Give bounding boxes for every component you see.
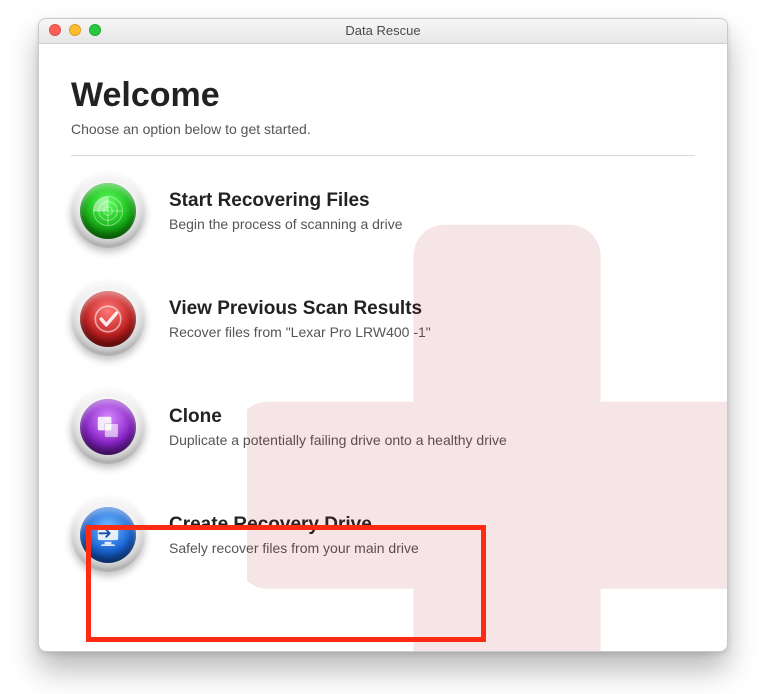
option-orb <box>71 498 145 572</box>
page-title: Welcome <box>71 76 695 115</box>
divider <box>71 155 695 156</box>
traffic-lights <box>49 24 101 36</box>
option-subtitle: Duplicate a potentially failing drive on… <box>169 432 507 448</box>
close-icon[interactable] <box>49 24 61 36</box>
option-title: View Previous Scan Results <box>169 298 431 320</box>
option-orb <box>71 390 145 464</box>
option-create-recovery-drive[interactable]: Create Recovery Drive Safely recover fil… <box>71 498 695 572</box>
page-subtitle: Choose an option below to get started. <box>71 121 695 137</box>
monitor-arrow-icon <box>91 518 125 552</box>
checkmark-icon <box>91 302 125 336</box>
option-list: Start Recovering Files Begin the process… <box>71 174 695 572</box>
option-subtitle: Safely recover files from your main driv… <box>169 540 419 556</box>
option-clone[interactable]: Clone Duplicate a potentially failing dr… <box>71 390 695 464</box>
radar-icon <box>91 194 125 228</box>
option-subtitle: Recover files from "Lexar Pro LRW400 -1" <box>169 324 431 340</box>
option-start-recovering[interactable]: Start Recovering Files Begin the process… <box>71 174 695 248</box>
option-title: Clone <box>169 406 507 428</box>
option-title: Start Recovering Files <box>169 190 402 212</box>
zoom-icon[interactable] <box>89 24 101 36</box>
option-view-previous[interactable]: View Previous Scan Results Recover files… <box>71 282 695 356</box>
clone-icon <box>91 410 125 444</box>
window-title: Data Rescue <box>345 23 420 38</box>
app-window: Data Rescue Welcome Choose an option bel… <box>38 18 728 652</box>
titlebar: Data Rescue <box>39 19 727 44</box>
minimize-icon[interactable] <box>69 24 81 36</box>
option-orb <box>71 282 145 356</box>
option-subtitle: Begin the process of scanning a drive <box>169 216 402 232</box>
option-title: Create Recovery Drive <box>169 514 419 536</box>
option-orb <box>71 174 145 248</box>
